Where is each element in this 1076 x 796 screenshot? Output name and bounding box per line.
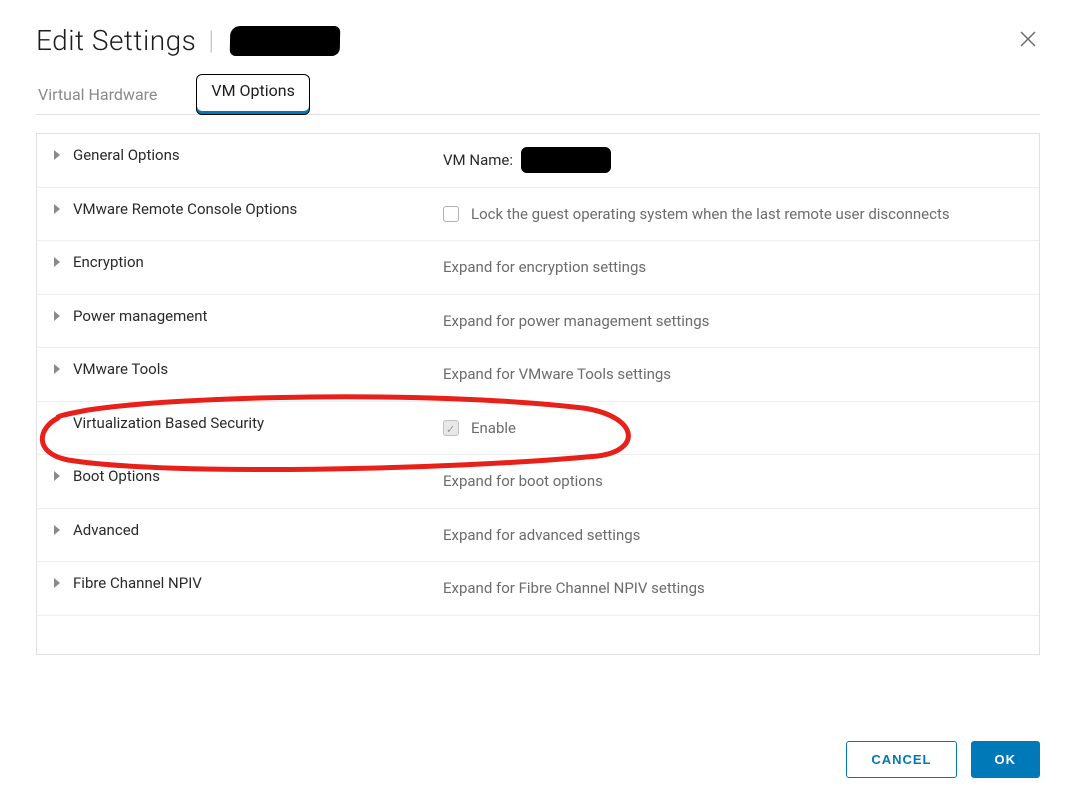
row-label: Power management [73,307,207,325]
row-boot-options[interactable]: Boot Options Expand for boot options [37,455,1039,509]
row-value: Expand for Fibre Channel NPIV settings [443,574,705,603]
row-value: Expand for encryption settings [443,253,646,282]
row-power-management[interactable]: Power management Expand for power manage… [37,295,1039,349]
row-encryption[interactable]: Encryption Expand for encryption setting… [37,241,1039,295]
row-fc-npiv[interactable]: Fibre Channel NPIV Expand for Fibre Chan… [37,562,1039,616]
row-vmware-tools[interactable]: VMware Tools Expand for VMware Tools set… [37,348,1039,402]
row-advanced[interactable]: Advanced Expand for advanced settings [37,509,1039,563]
row-label: Virtualization Based Security [73,414,264,432]
row-label: Boot Options [73,467,160,485]
ok-button[interactable]: OK [971,741,1041,778]
row-remote-console[interactable]: VMware Remote Console Options Lock the g… [37,188,1039,242]
options-panel: General Options VM Name: VMware Remote C… [36,133,1040,655]
edit-settings-dialog: Edit Settings | Virtual Hardware VM Opti… [0,0,1076,796]
checkbox-label: Lock the guest operating system when the… [471,200,950,229]
row-label: VMware Tools [73,360,168,378]
row-label: Advanced [73,521,139,539]
chevron-right-icon [53,257,63,267]
vbs-enable-checkbox [443,420,459,436]
chevron-right-icon [53,204,63,214]
title-separator: | [208,26,214,56]
row-label: General Options [73,146,180,164]
row-value: Expand for boot options [443,467,603,496]
chevron-right-icon [53,578,63,588]
row-general-options[interactable]: General Options VM Name: [37,134,1039,188]
dialog-header: Edit Settings | [36,24,1040,57]
dialog-title: Edit Settings [36,24,196,57]
dialog-footer: CANCEL OK [36,721,1040,796]
checkbox-label: Enable [471,414,516,443]
chevron-right-icon [53,364,63,374]
row-label: Fibre Channel NPIV [73,574,202,592]
row-value: Expand for power management settings [443,307,709,336]
chevron-right-icon [53,311,63,321]
row-value: Expand for VMware Tools settings [443,360,671,389]
lock-guest-checkbox[interactable] [443,206,459,222]
row-virtualization-based-security: Virtualization Based Security Enable [37,402,1039,456]
tab-vm-options[interactable]: VM Options [197,75,308,114]
chevron-right-icon [53,150,63,160]
tab-bar: Virtual Hardware VM Options [36,75,1040,115]
redacted-object-name [230,26,341,56]
tab-virtual-hardware[interactable]: Virtual Hardware [36,75,175,114]
blank-row [37,616,1039,654]
row-label: VMware Remote Console Options [73,200,297,218]
chevron-right-icon [53,525,63,535]
vm-name-prefix: VM Name: [443,146,513,175]
title-area: Edit Settings | [36,24,340,57]
redacted-vm-name [521,147,611,173]
chevron-right-icon [53,471,63,481]
close-icon [1020,31,1036,47]
row-value: Expand for advanced settings [443,521,640,550]
cancel-button[interactable]: CANCEL [846,741,956,778]
close-button[interactable] [1016,24,1040,57]
row-label: Encryption [73,253,144,271]
